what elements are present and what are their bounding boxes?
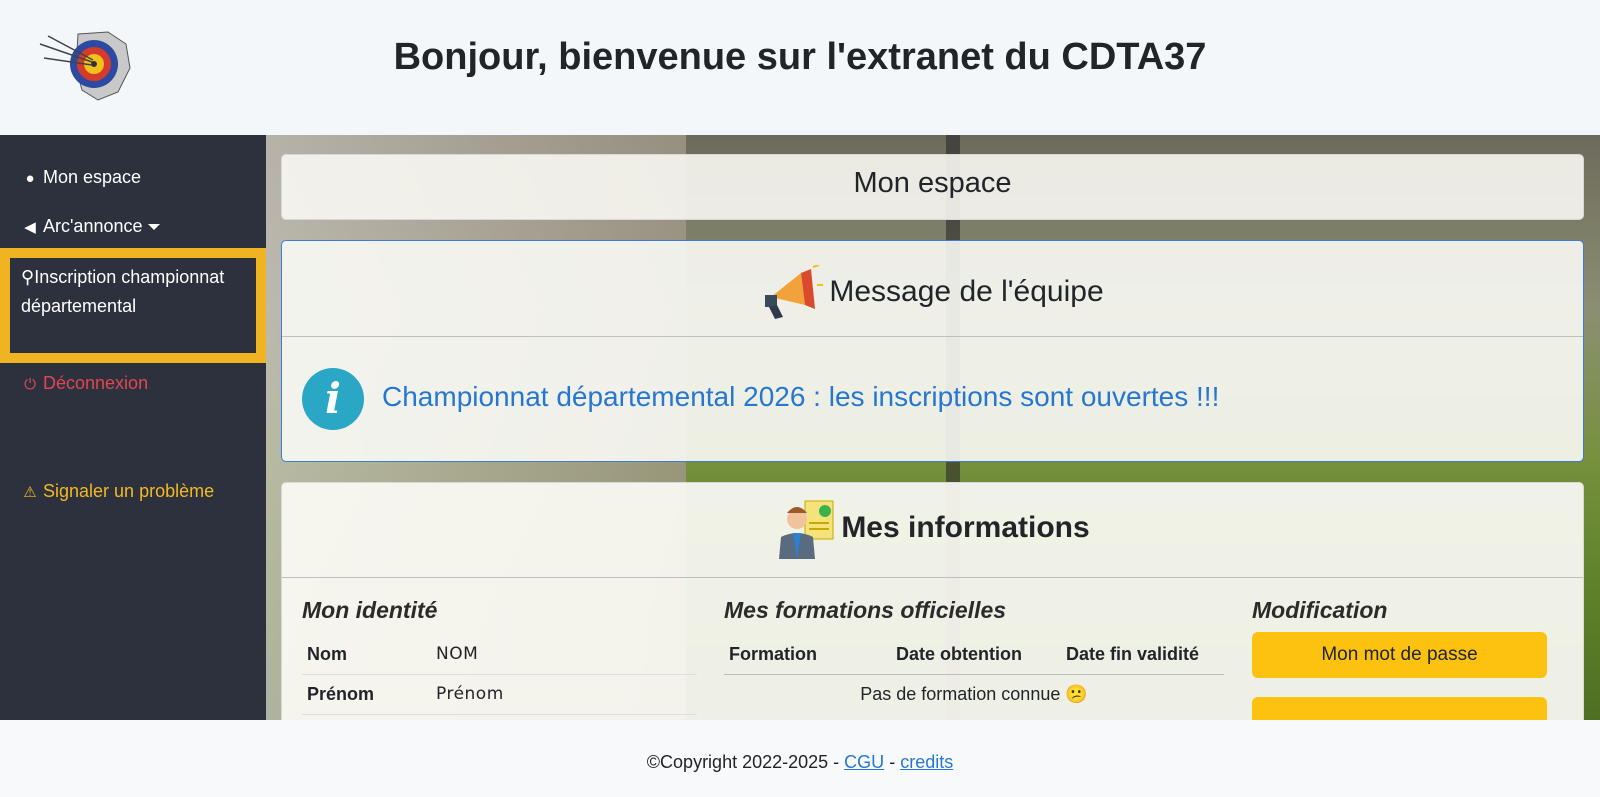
sidebar-item-highlight: ⚲Inscription championnat départemental	[0, 248, 266, 363]
sidebar-item-label: Signaler un problème	[43, 481, 215, 501]
message-title: Message de l'équipe	[829, 274, 1104, 308]
password-button[interactable]: Mon mot de passe	[1252, 632, 1547, 678]
main-content: Mon espace Message de l'équipe i Champio…	[266, 135, 1600, 720]
power-icon: ⏻	[24, 376, 36, 393]
identity-value: NOM	[436, 644, 479, 664]
formations-table: Formation Date obtention Date fin validi…	[724, 635, 1224, 715]
column-header: Formation	[729, 644, 817, 664]
infos-card: Mes informations Mon identité Mes format…	[281, 482, 1584, 720]
sidebar-item-label: Arc'annonce	[43, 216, 143, 236]
cgu-link[interactable]: CGU	[844, 752, 884, 772]
sidebar-item-deconnexion[interactable]: ⏻ Déconnexion	[0, 369, 266, 399]
info-icon: i	[302, 368, 364, 430]
sidebar-item-arcannonce[interactable]: ◀ Arc'annonce	[0, 212, 266, 242]
identity-key: Prénom	[307, 684, 375, 704]
page-title: Bonjour, bienvenue sur l'extranet du CDT…	[393, 36, 1207, 78]
copyright-text: ©Copyright 2022-2025 -	[646, 752, 840, 772]
medal-icon: ⚲	[21, 267, 35, 287]
sidebar-item-label: Mon espace	[43, 167, 142, 187]
table-row: Prénom Prénom	[302, 675, 697, 715]
formations-title: Mes formations officielles	[724, 597, 1007, 623]
caret-down-icon	[147, 224, 160, 231]
credits-link[interactable]: credits	[900, 752, 953, 772]
identity-value: Prénom	[436, 684, 504, 704]
message-header: Message de l'équipe	[282, 241, 1583, 337]
message-card: Message de l'équipe i Championnat départ…	[281, 240, 1584, 462]
sidebar-item-label: Déconnexion	[43, 373, 149, 393]
secondary-button[interactable]	[1252, 697, 1547, 720]
identity-table: Nom NOM Prénom Prénom	[302, 635, 697, 715]
header: Bonjour, bienvenue sur l'extranet du CDT…	[0, 0, 1600, 135]
infos-title: Mes informations	[841, 510, 1090, 544]
sidebar-item-label: Inscription championnat départemental	[21, 267, 225, 316]
user-head-icon: ●	[25, 170, 35, 187]
identity-key: Nom	[307, 644, 347, 664]
table-row: Nom NOM	[302, 635, 697, 675]
person-document-icon	[779, 500, 834, 559]
infos-header: Mes informations	[282, 483, 1583, 578]
identity-title: Mon identité	[302, 597, 438, 623]
sidebar: ● Mon espace ◀ Arc'annonce ⚲Inscription ch…	[0, 135, 266, 720]
megaphone-icon: ◀	[24, 219, 36, 236]
column-header: Date fin validité	[1066, 644, 1200, 664]
sidebar-item-mon-espace[interactable]: ● Mon espace	[0, 163, 266, 193]
megaphone-icon	[765, 265, 824, 319]
espace-card: Mon espace	[281, 154, 1584, 220]
sidebar-item-signaler[interactable]: ⚠ Signaler un problème	[0, 477, 266, 507]
footer-separator: -	[889, 752, 896, 772]
message-text: Championnat départemental 2026 : les ins…	[382, 381, 1220, 412]
formations-header-row: Formation Date obtention Date fin validi…	[724, 635, 1224, 675]
modification-title: Modification	[1252, 597, 1388, 623]
footer: ©Copyright 2022-2025 - CGU - credits	[0, 720, 1600, 797]
column-header: Date obtention	[896, 644, 1022, 664]
espace-title: Mon espace	[853, 167, 1012, 199]
warning-icon: ⚠	[23, 484, 37, 501]
formations-empty-row: Pas de formation connue 😕	[860, 684, 1088, 704]
sidebar-item-inscription[interactable]: ⚲Inscription championnat départemental	[10, 258, 256, 321]
